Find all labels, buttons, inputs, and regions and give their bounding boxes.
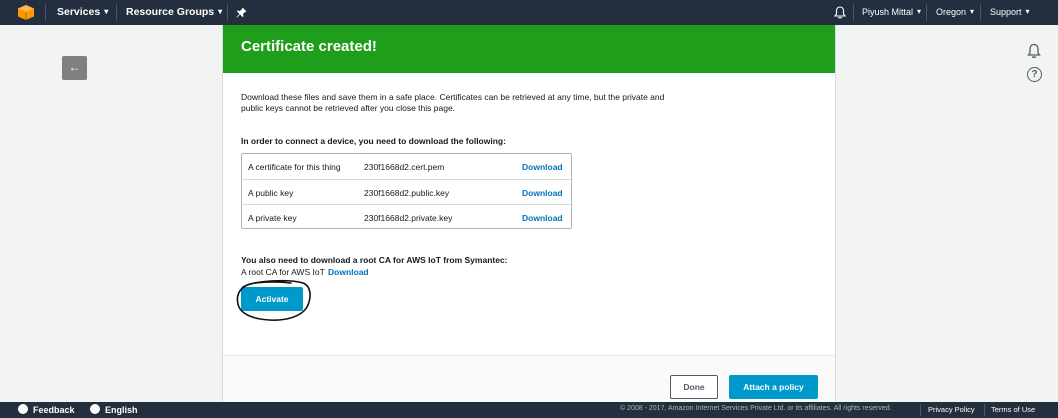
file-name: 230f1668d2.private.key (364, 213, 453, 223)
root-ca-text: A root CA for AWS IoT (241, 267, 325, 277)
copyright-text: © 2008 - 2017, Amazon Internet Services … (620, 405, 892, 412)
file-description: A certificate for this thing (248, 162, 341, 172)
language-selector[interactable]: English (90, 404, 138, 415)
notifications-bell-icon[interactable] (1026, 43, 1042, 59)
download-public-key-link[interactable]: Download (522, 188, 563, 198)
file-description: A public key (248, 188, 294, 198)
back-button[interactable]: ← (62, 56, 87, 80)
certificate-dialog: Certificate created! Download these file… (222, 25, 836, 402)
done-button[interactable]: Done (670, 375, 718, 399)
resource-groups-menu[interactable]: Resource Groups ▾ (126, 0, 222, 25)
attach-policy-button[interactable]: Attach a policy (729, 375, 818, 399)
activate-button[interactable]: Activate (241, 287, 303, 311)
help-icon[interactable]: ? (1027, 67, 1042, 82)
region-menu[interactable]: Oregon ▾ (936, 0, 974, 25)
download-cert-link[interactable]: Download (522, 162, 563, 172)
user-name: Piyush Mittal (862, 7, 914, 17)
terms-of-use-link[interactable]: Terms of Use (991, 405, 1035, 414)
services-menu[interactable]: Services ▾ (57, 0, 108, 25)
chevron-down-icon: ▾ (1025, 7, 1030, 16)
privacy-policy-link[interactable]: Privacy Policy (928, 405, 975, 414)
footer-divider (920, 404, 921, 416)
aws-logo-icon[interactable] (18, 5, 34, 20)
dialog-header: Certificate created! (223, 25, 835, 73)
files-table: A certificate for this thing 230f1668d2.… (241, 153, 572, 229)
file-description: A private key (248, 213, 297, 223)
nav-divider (980, 4, 981, 21)
support-menu[interactable]: Support ▾ (990, 0, 1030, 25)
bell-icon[interactable] (834, 6, 846, 19)
download-root-ca-link[interactable]: Download (328, 267, 369, 277)
nav-divider (926, 4, 927, 21)
intro-text: Download these files and save them in a … (241, 92, 665, 113)
feedback-label: Feedback (33, 405, 75, 415)
globe-icon (90, 404, 100, 414)
nav-divider (227, 4, 228, 21)
resource-groups-label: Resource Groups (126, 6, 215, 18)
chevron-down-icon: ▾ (970, 7, 975, 16)
user-menu[interactable]: Piyush Mittal ▾ (862, 0, 921, 25)
nav-divider (116, 4, 117, 21)
feedback-button[interactable]: Feedback (18, 404, 75, 415)
services-label: Services (57, 6, 101, 18)
root-ca-line: A root CA for AWS IoT Download (241, 267, 369, 277)
file-row: A certificate for this thing 230f1668d2.… (242, 154, 571, 179)
top-nav: Services ▾ Resource Groups ▾ Piyush Mittal… (0, 0, 1058, 25)
chevron-down-icon: ▾ (218, 7, 223, 16)
root-ca-heading: You also need to download a root CA for … (241, 255, 508, 265)
download-private-key-link[interactable]: Download (522, 213, 563, 223)
file-row: A private key 230f1668d2.private.key Dow… (242, 204, 571, 229)
pin-icon[interactable] (236, 7, 247, 18)
nav-divider (45, 4, 46, 21)
arrow-left-icon: ← (68, 60, 81, 74)
file-row: A public key 230f1668d2.public.key Downl… (242, 179, 571, 204)
nav-divider (853, 4, 854, 21)
dialog-title: Certificate created! (241, 38, 377, 55)
footer-divider (984, 404, 985, 416)
support-label: Support (990, 7, 1022, 17)
chevron-down-icon: ▾ (104, 7, 109, 16)
file-name: 230f1668d2.cert.pem (364, 162, 445, 172)
region-label: Oregon (936, 7, 967, 17)
chevron-down-icon: ▾ (917, 7, 922, 16)
bottom-bar: Feedback English © 2008 - 2017, Amazon I… (0, 402, 1058, 418)
file-name: 230f1668d2.public.key (364, 188, 450, 198)
language-label: English (105, 405, 138, 415)
speech-bubble-icon (18, 404, 28, 414)
download-heading: In order to connect a device, you need t… (241, 136, 506, 146)
